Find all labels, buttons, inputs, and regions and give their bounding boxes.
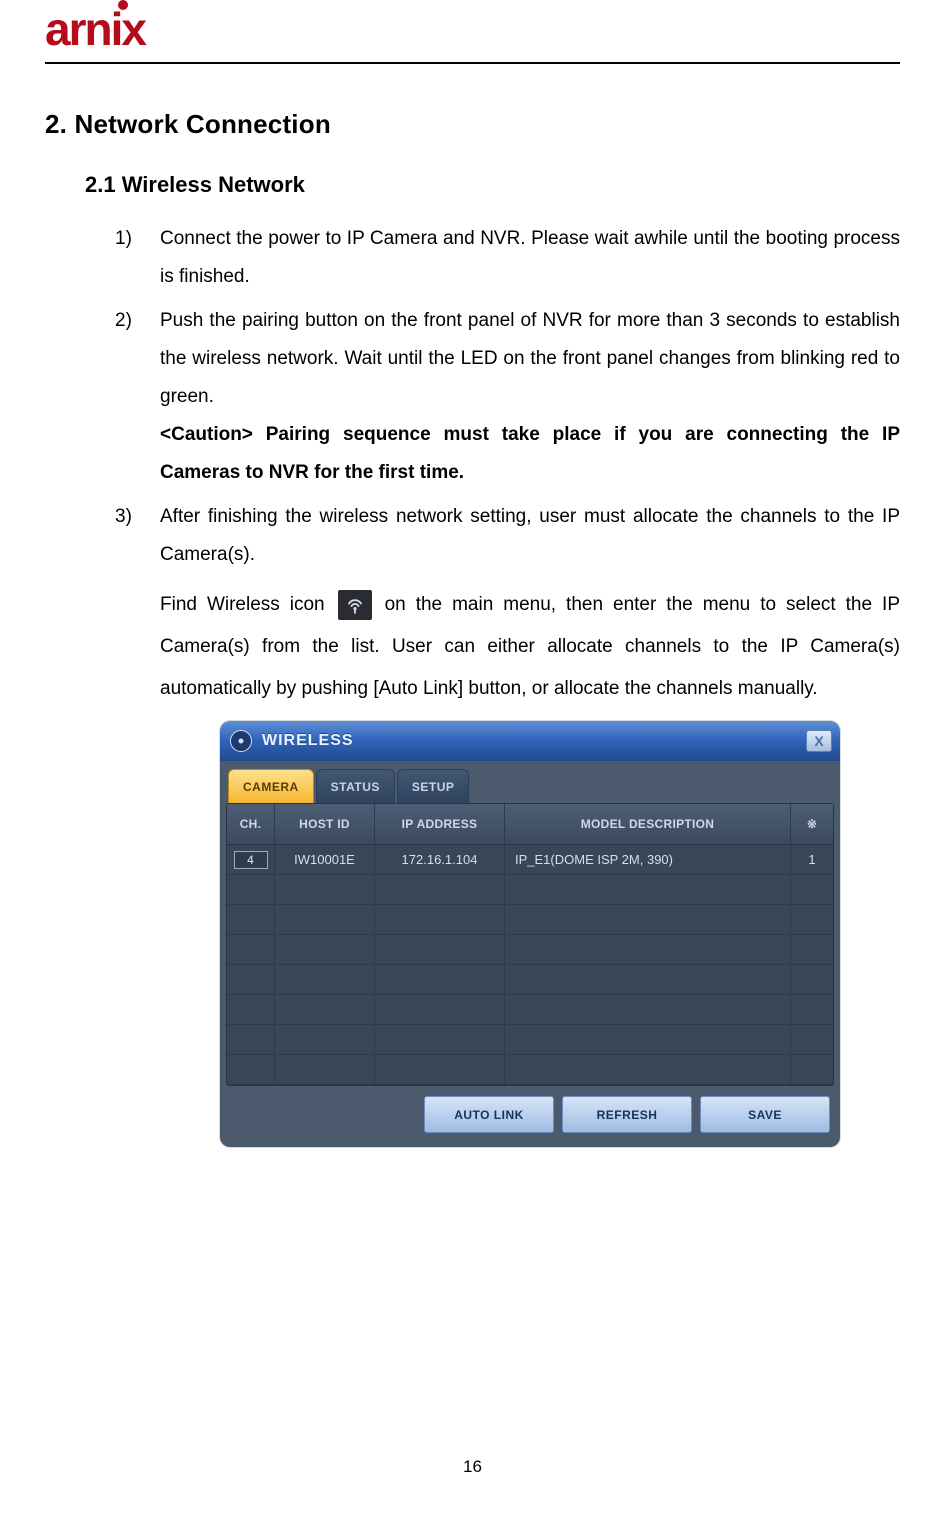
brand-logo: arnix — [45, 6, 145, 52]
tab-status[interactable]: STATUS — [316, 769, 395, 803]
col-ip: IP ADDRESS — [375, 804, 505, 845]
table-row — [227, 875, 833, 905]
ch-value: 4 — [234, 851, 268, 869]
section-title: 2. Network Connection — [45, 109, 900, 140]
col-ch: CH. — [227, 804, 275, 845]
table-row — [227, 905, 833, 935]
step-number: 3) — [115, 498, 132, 536]
col-mark: ※ — [791, 804, 833, 845]
col-host: HOST ID — [275, 804, 375, 845]
subsection-title: 2.1 Wireless Network — [85, 172, 900, 198]
dialog-actions: AUTO LINK REFRESH SAVE — [226, 1086, 834, 1133]
dialog-tabs: CAMERA STATUS SETUP — [226, 767, 834, 803]
step-text: After finishing the wireless network set… — [160, 506, 900, 565]
steps-list: 1) Connect the power to IP Camera and NV… — [115, 220, 900, 1147]
table-row — [227, 935, 833, 965]
cell-ip: 172.16.1.104 — [375, 845, 505, 875]
dialog-body: CAMERA STATUS SETUP CH. HOST ID IP ADDRE… — [220, 761, 840, 1147]
wireless-dialog-screenshot: WIRELESS X CAMERA STATUS SETUP CH. HOS — [160, 721, 900, 1147]
brand-logo-text: arnix — [45, 3, 145, 55]
cell-mark: 1 — [791, 845, 833, 875]
step-1: 1) Connect the power to IP Camera and NV… — [115, 220, 900, 296]
cell-ch[interactable]: 4 — [227, 845, 275, 875]
table-row — [227, 965, 833, 995]
radar-icon — [230, 730, 252, 752]
step-text: Connect the power to IP Camera and NVR. … — [160, 228, 900, 287]
step-2: 2) Push the pairing button on the front … — [115, 302, 900, 492]
wireless-dialog: WIRELESS X CAMERA STATUS SETUP CH. HOS — [220, 721, 840, 1147]
step-3-text-a: Find Wireless icon — [160, 594, 325, 615]
table-row — [227, 1055, 833, 1085]
refresh-button[interactable]: REFRESH — [562, 1096, 692, 1133]
brand-logo-dot — [118, 0, 128, 10]
step-caution: <Caution> Pairing sequence must take pla… — [160, 424, 900, 483]
tab-setup[interactable]: SETUP — [397, 769, 470, 803]
step-number: 2) — [115, 302, 132, 340]
dialog-title: WIRELESS — [262, 725, 354, 757]
step-text: Push the pairing button on the front pan… — [160, 310, 900, 407]
step-3: 3) After finishing the wireless network … — [115, 498, 900, 1147]
close-button[interactable]: X — [806, 730, 832, 752]
step-number: 1) — [115, 220, 132, 258]
table-row — [227, 995, 833, 1025]
autolink-button[interactable]: AUTO LINK — [424, 1096, 554, 1133]
camera-grid: CH. HOST ID IP ADDRESS MODEL DESCRIPTION… — [226, 803, 834, 1086]
table-row[interactable]: 4 IW10001E 172.16.1.104 IP_E1(DOME ISP 2… — [227, 845, 833, 875]
cell-host: IW10001E — [275, 845, 375, 875]
col-model: MODEL DESCRIPTION — [505, 804, 791, 845]
cell-model: IP_E1(DOME ISP 2M, 390) — [505, 845, 791, 875]
step-3-para-2: Find Wireless icon on the main menu, the… — [160, 584, 900, 709]
dialog-titlebar: WIRELESS X — [220, 721, 840, 761]
page-content: 2. Network Connection 2.1 Wireless Netwo… — [45, 64, 900, 1147]
save-button[interactable]: SAVE — [700, 1096, 830, 1133]
page-number: 16 — [0, 1457, 945, 1477]
tab-camera[interactable]: CAMERA — [228, 769, 314, 803]
header: arnix — [45, 0, 900, 52]
wireless-icon — [338, 590, 372, 620]
table-row — [227, 1025, 833, 1055]
grid-header: CH. HOST ID IP ADDRESS MODEL DESCRIPTION… — [227, 804, 833, 845]
